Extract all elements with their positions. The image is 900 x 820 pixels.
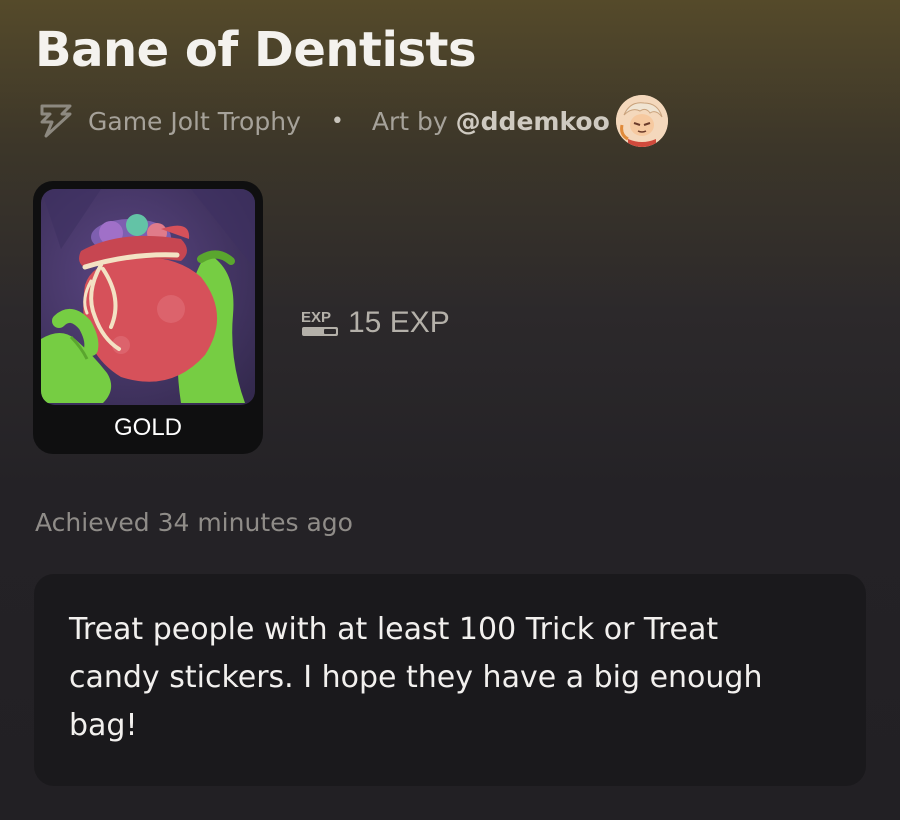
trophy-tier-label: GOLD	[113, 414, 182, 441]
avatar-image	[615, 95, 668, 147]
trophy-meta-row: Game Jolt Trophy • Art by @ddemkoo	[36, 95, 668, 147]
trophy-type-label: Game Jolt Trophy	[88, 106, 301, 136]
artist-handle-link[interactable]: @ddemkoo	[456, 107, 610, 136]
trophy-artwork	[41, 189, 255, 405]
exp-icon-text: EXP	[301, 309, 331, 326]
trophy-thumbnail-card[interactable]: GOLD	[33, 181, 263, 454]
artist-avatar[interactable]	[615, 95, 668, 147]
page-title: Bane of Dentists	[35, 22, 477, 78]
candy-bag-artwork	[41, 189, 255, 405]
art-by-label: Art by	[371, 106, 448, 136]
exp-reward: EXP 15 EXP	[300, 306, 450, 340]
exp-value: 15 EXP	[348, 306, 450, 339]
game-jolt-bolt-icon	[40, 104, 72, 138]
trophy-description: Treat people with at least 100 Trick or …	[69, 612, 763, 743]
meta-separator: •	[330, 108, 344, 134]
trophy-description-card: Treat people with at least 100 Trick or …	[34, 574, 866, 786]
achieved-timestamp: Achieved 34 minutes ago	[35, 508, 353, 537]
exp-badge-icon: EXP	[301, 309, 338, 336]
